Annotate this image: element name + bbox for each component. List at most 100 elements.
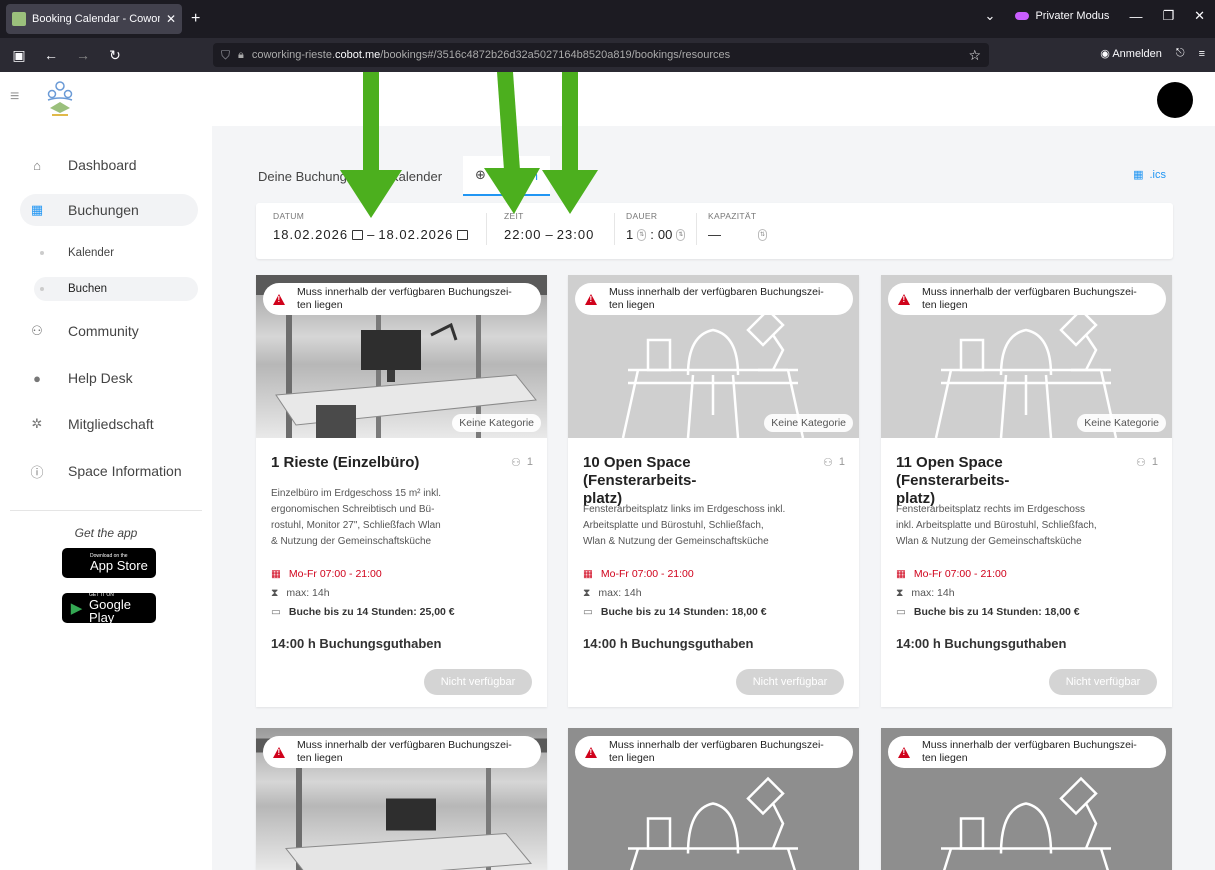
resource-photo: Muss innerhalb der verfügbaren Buchungsz… xyxy=(256,275,547,438)
dauer-hours-input[interactable]: 1 xyxy=(626,227,633,242)
window-controls: ⌄ Privater Modus — ❐ ✕ xyxy=(985,8,1205,24)
minimize-icon[interactable]: — xyxy=(1129,9,1142,24)
kapazitaet-stepper[interactable]: ⇅ xyxy=(758,228,767,241)
browser-tab[interactable]: Booking Calendar - Coworking ✕ xyxy=(6,4,182,34)
ics-export-link[interactable]: ▦ .ics xyxy=(1133,168,1166,182)
lock-icon[interactable]: 🔒︎ xyxy=(238,49,244,62)
sidebar-item-help-desk[interactable]: ● Help Desk xyxy=(20,362,198,394)
resource-card: Muss innerhalb der verfügbaren Buchungsz… xyxy=(256,728,547,870)
resource-description: Einzelbüro im Erdgeschoss 15 m² inkl. er… xyxy=(271,486,536,550)
sidebar-subitem-kalender[interactable]: Kalender xyxy=(34,241,198,265)
calendar-icon: ▦ xyxy=(896,568,906,580)
calendar-picker-icon[interactable] xyxy=(457,229,469,240)
opening-hours: ▦ Mo-Fr 07:00 - 21:00 xyxy=(583,568,694,580)
bookmark-star-icon[interactable]: ☆ xyxy=(968,47,981,64)
new-tab-icon[interactable]: + xyxy=(191,10,200,28)
warning-line: Muss innerhalb der verfügbaren Buchungsz… xyxy=(297,286,512,299)
sidebar-item-mitgliedschaft[interactable]: ✲ Mitgliedschaft xyxy=(20,408,198,440)
chevron-down-icon[interactable]: ⌄ xyxy=(985,8,996,24)
resource-card: Muss innerhalb der verfügbaren Buchungsz… xyxy=(881,728,1172,870)
menu-icon[interactable]: ≡ xyxy=(1199,48,1205,60)
url-bar[interactable]: ⛉ 🔒︎ coworking-rieste.cobot.me/bookings#… xyxy=(213,43,989,67)
resource-card: Muss innerhalb der verfügbaren Buchungsz… xyxy=(568,728,859,870)
hamburger-menu-icon[interactable]: ≡ xyxy=(10,88,19,106)
not-available-button[interactable]: Nicht verfügbar xyxy=(424,669,532,695)
share-icon[interactable]: ⎋ xyxy=(1176,47,1185,60)
description-line: Fensterarbeitsplatz rechts im Erdgeschos… xyxy=(896,504,1085,515)
url-prefix: coworking-rieste. xyxy=(251,49,336,61)
dauer-minutes-input[interactable]: 00 xyxy=(658,227,672,242)
app-store-button[interactable]: Download on the App Store xyxy=(62,548,156,578)
price-info: ▭ Buche bis zu 14 Stunden: 18,00 € xyxy=(583,606,767,618)
booking-credit: 14:00 h Buchungsguthaben xyxy=(583,636,754,651)
date-from-input[interactable]: 18.02.2026 xyxy=(273,227,348,242)
google-play-button[interactable]: ▶ GET IT ON Google Play xyxy=(62,592,156,625)
hours-stepper[interactable]: ⇅ xyxy=(637,228,647,241)
datum-filter: DATUM 18.02.2026 – 18.02.2026 xyxy=(273,211,469,242)
window-close-icon[interactable]: ✕ xyxy=(1194,8,1205,24)
max-text: max: 14h xyxy=(286,587,330,599)
url-text[interactable]: coworking-rieste.cobot.me/bookings#/3516… xyxy=(252,49,969,61)
minutes-stepper[interactable]: ⇅ xyxy=(676,228,686,241)
sidebar-subitem-label: Kalender xyxy=(68,247,115,259)
warning-line: ten liegen xyxy=(297,299,343,311)
description-line: Wlan & Nutzung der Gemeinschaftsküche xyxy=(583,536,769,547)
not-available-button[interactable]: Nicht verfügbar xyxy=(1049,669,1157,695)
sidebar-toggle-icon[interactable]: ▣ xyxy=(6,47,32,64)
sidebar-item-buchungen[interactable]: ▦ Buchungen xyxy=(20,194,198,226)
user-avatar[interactable] xyxy=(1157,82,1193,118)
forward-icon[interactable]: → xyxy=(70,47,96,63)
sidebar-divider xyxy=(10,510,202,511)
restore-icon[interactable]: ❐ xyxy=(1162,8,1174,24)
sidebar-item-dashboard[interactable]: ⌂ Dashboard xyxy=(20,149,198,181)
kapazitaet-label: KAPAZITÄT xyxy=(708,211,757,221)
dauer-filter: DAUER 1 ⇅ : 00 ⇅ xyxy=(626,211,686,242)
sidebar-item-label: Dashboard xyxy=(68,157,137,173)
max-text: max: 14h xyxy=(598,587,642,599)
capacity-indicator: ⚇ 1 xyxy=(823,456,845,469)
resource-photo: Muss innerhalb der verfügbaren Buchungsz… xyxy=(256,728,547,870)
description-line: & Nutzung der Gemeinschaftsküche xyxy=(271,536,432,547)
back-icon[interactable]: ← xyxy=(38,47,64,63)
warning-triangle-icon xyxy=(585,746,597,758)
close-icon[interactable]: ✕ xyxy=(166,12,176,26)
sidebar-item-label: Buchungen xyxy=(68,202,139,218)
ticket-icon: ▭ xyxy=(896,606,906,618)
hours-text: Mo-Fr 07:00 - 21:00 xyxy=(913,568,1007,580)
range-dash: – xyxy=(545,227,553,242)
kapazitaet-input[interactable]: — xyxy=(708,227,754,242)
url-path: /bookings#/3516c4872b26d32a5027164b8520a… xyxy=(380,49,731,61)
sidebar-item-space-information[interactable]: ⓘ Space Information xyxy=(20,455,198,487)
time-to-input[interactable]: 23:00 xyxy=(557,227,595,242)
warning-text: Muss innerhalb der verfügbaren Buchungsz… xyxy=(609,286,824,311)
zeit-filter: ZEIT 22:00 – 23:00 xyxy=(504,211,594,242)
bullet-dot xyxy=(40,287,44,291)
google-play-big: Google Play xyxy=(89,596,131,625)
warning-line: ten liegen xyxy=(609,752,655,764)
hourglass-icon: ⧗ xyxy=(271,587,279,599)
people-icon: ⚇ xyxy=(1136,457,1146,469)
description-line: ergonomischen Schreibtisch und Bü- xyxy=(271,504,435,515)
tab-label: Deine Buchungen xyxy=(258,168,362,184)
tab-buchen[interactable]: ⊕ Buchen xyxy=(463,156,550,196)
availability-warning: Muss innerhalb der verfügbaren Buchungsz… xyxy=(575,736,853,768)
not-available-button[interactable]: Nicht verfügbar xyxy=(736,669,844,695)
reload-icon[interactable]: ↻ xyxy=(102,47,128,64)
time-colon: : xyxy=(650,227,654,242)
warning-line: Muss innerhalb der verfügbaren Buchungsz… xyxy=(609,739,824,752)
tab-kalender[interactable]: Kalender xyxy=(390,156,442,196)
time-from-input[interactable]: 22:00 xyxy=(504,227,542,242)
calendar-picker-icon[interactable] xyxy=(352,229,364,240)
warning-line: Muss innerhalb der verfügbaren Buchungsz… xyxy=(609,286,824,299)
tab-deine-buchungen[interactable]: Deine Buchungen xyxy=(258,156,361,196)
date-to-input[interactable]: 18.02.2026 xyxy=(378,227,453,242)
sidebar-subitem-buchen[interactable]: Buchen xyxy=(34,277,198,301)
get-app-label: Get the app xyxy=(74,526,138,540)
filter-separator xyxy=(486,213,487,245)
account-button[interactable]: ◉ Anmelden xyxy=(1100,47,1162,60)
calendar-icon: ▦ xyxy=(1133,169,1144,181)
shield-icon[interactable]: ⛉ xyxy=(221,48,230,63)
description-line: inkl. Arbeitsplatte und Bürostuhl, Schli… xyxy=(896,520,1097,531)
opening-hours: ▦ Mo-Fr 07:00 - 21:00 xyxy=(271,568,382,580)
sidebar-item-community[interactable]: ⚇ Community xyxy=(20,315,198,347)
